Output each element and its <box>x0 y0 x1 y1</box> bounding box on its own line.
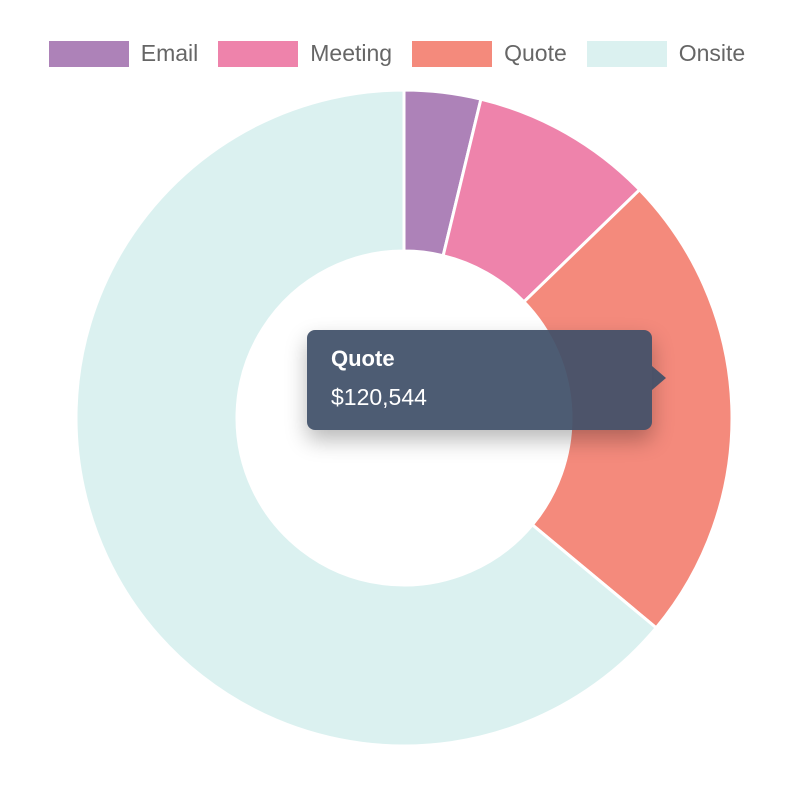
chart-tooltip: Quote $120,544 <box>307 330 666 430</box>
tooltip-value: $120,544 <box>331 384 427 410</box>
tooltip-title: Quote <box>331 346 395 371</box>
